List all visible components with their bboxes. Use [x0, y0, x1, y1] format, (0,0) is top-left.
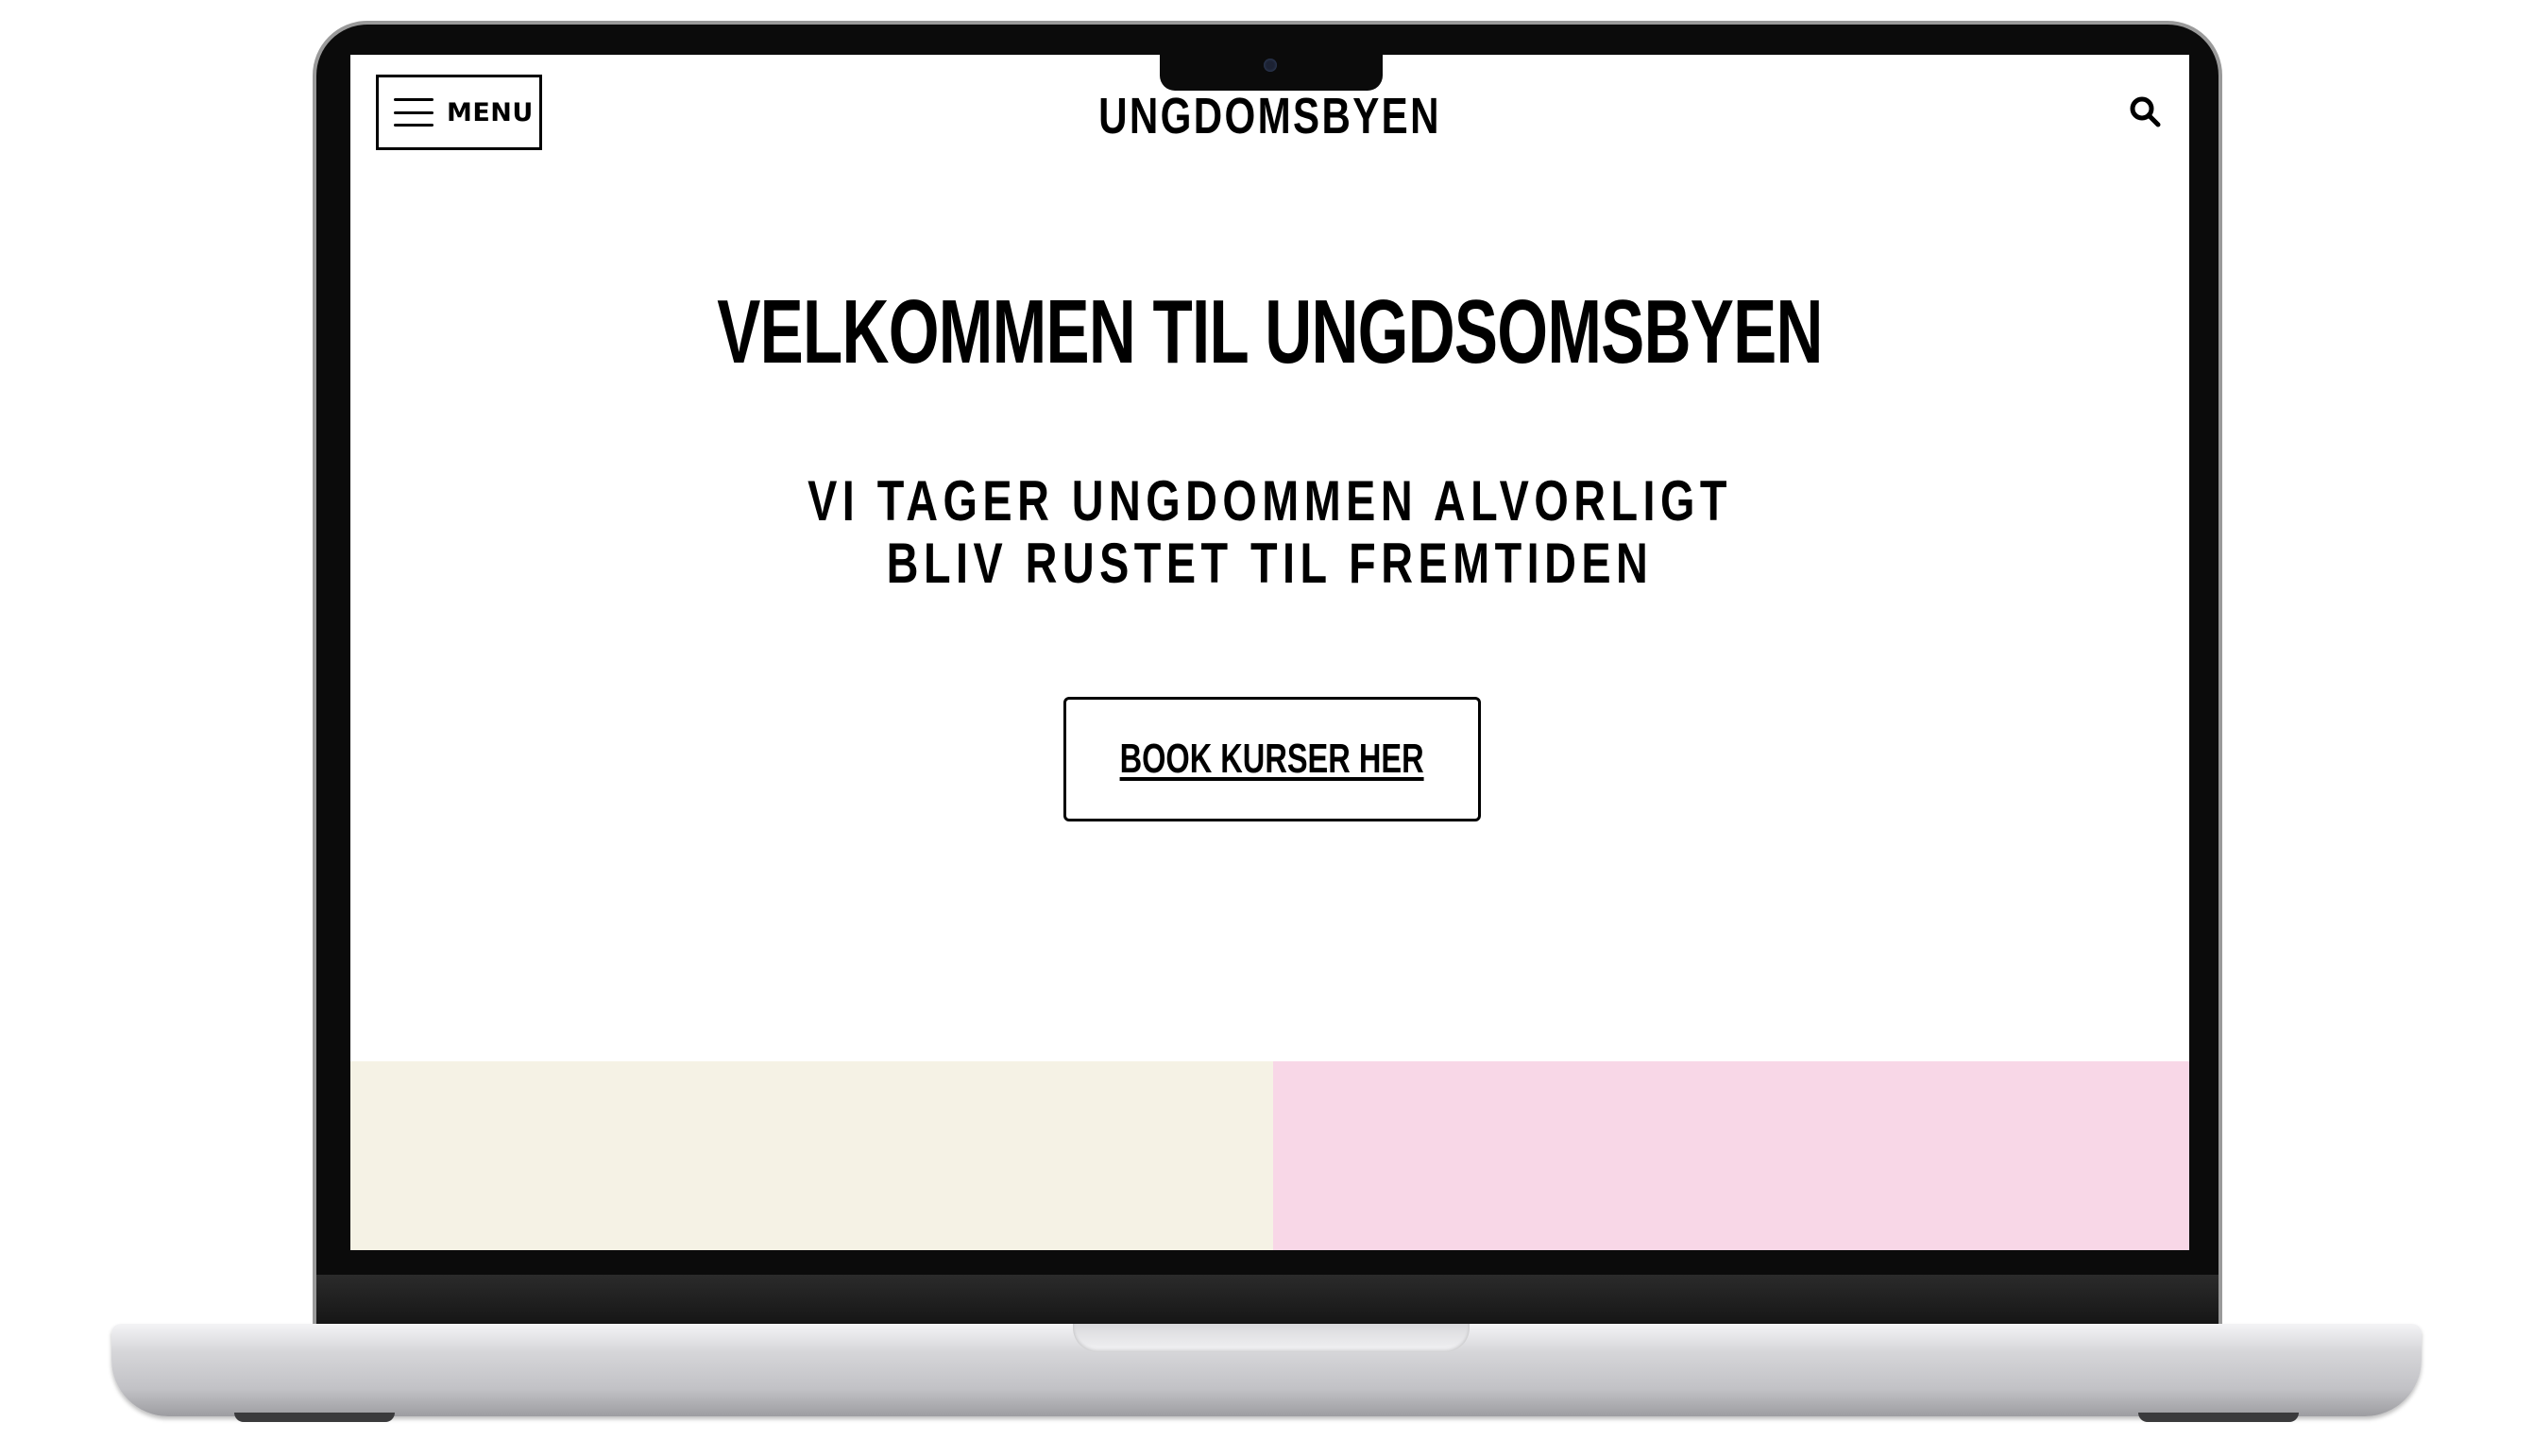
hero-title: VELKOMMEN TIL UNGDSOMSBYEN [717, 281, 1823, 382]
hero-subtitle-line2: BLIV RUSTET TIL FREMTIDEN [886, 532, 1654, 595]
site-logo[interactable]: UNGDOMSBYEN [552, 87, 1987, 145]
panel-pink [1273, 1061, 2189, 1250]
laptop-foot-left [234, 1413, 395, 1422]
laptop-foot-right [2138, 1413, 2299, 1422]
laptop-screen: MENU UNGDOMSBYEN VELKOMMEN TIL UNGDSOMSB… [350, 55, 2189, 1250]
hero-subtitle-line1: VI TAGER UNGDOMMEN ALVORLIGT [808, 469, 1732, 533]
book-courses-button[interactable]: BOOK KURSER HER [1063, 697, 1481, 821]
book-courses-label: BOOK KURSER HER [1119, 736, 1425, 782]
menu-label: MENU [447, 97, 534, 127]
panel-cream [350, 1061, 1273, 1250]
camera-notch [1160, 49, 1383, 91]
laptop-lid-bottom [316, 1275, 2218, 1324]
camera-icon [1264, 59, 1277, 72]
laptop-opening-notch [1073, 1324, 1470, 1352]
hamburger-icon [394, 98, 434, 127]
menu-button[interactable]: MENU [376, 75, 542, 150]
search-icon[interactable] [2128, 94, 2162, 128]
